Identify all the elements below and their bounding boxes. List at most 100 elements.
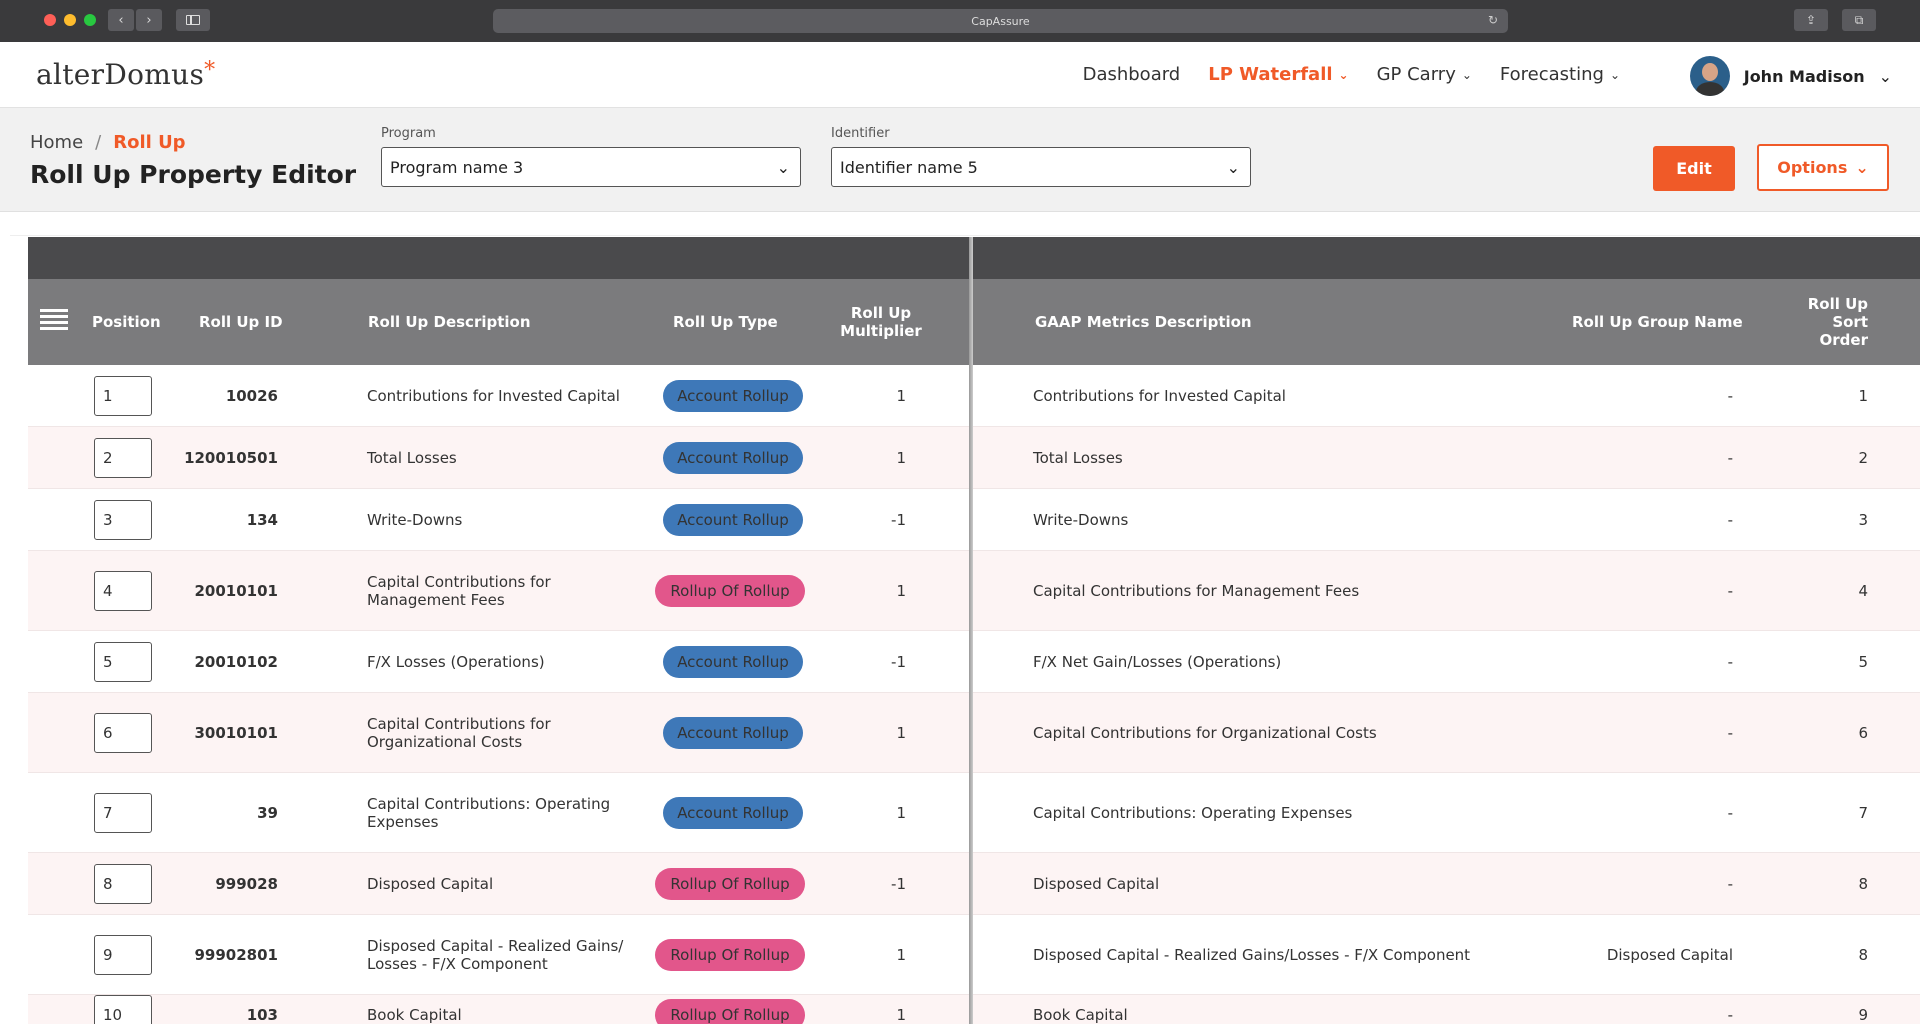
description-cell: Total Losses [367, 449, 457, 467]
position-input[interactable]: 4 [94, 571, 152, 611]
minimize-window-button[interactable] [64, 14, 76, 26]
table-row[interactable]: 3 134 Write-Downs Account Rollup -1 Write-Dow… [28, 489, 1920, 551]
header-sort-order[interactable]: Roll Up Sort Order [1768, 295, 1868, 349]
spacer [10, 212, 1920, 236]
app-header: alterDomus* Dashboard LP Waterfall ⌄ GP C… [0, 42, 1920, 108]
rollup-id-cell: 20010101 [194, 582, 279, 600]
rollup-type-badge: Account Rollup [663, 380, 803, 412]
table-row[interactable]: 10 103 Book Capital Rollup Of Rollup 1 Book C… [28, 995, 1920, 1024]
tabs-icon[interactable]: ⧉ [1842, 9, 1876, 31]
gaap-description-cell: Total Losses [1033, 449, 1123, 467]
identifier-select[interactable]: Identifier name 5 ⌄ [831, 147, 1251, 187]
table-row[interactable]: 4 20010101 Capital Contributions for Manag… [28, 551, 1920, 631]
header-position[interactable]: Position [92, 313, 161, 331]
table-row[interactable]: 2 120010501 Total Losses Account Rollup 1 Tot… [28, 427, 1920, 489]
position-input[interactable]: 8 [94, 864, 152, 904]
chevron-down-icon: ⌄ [776, 157, 790, 177]
position-input[interactable]: 3 [94, 500, 152, 540]
rollup-type-badge: Account Rollup [663, 797, 803, 829]
gaap-description-cell: Capital Contributions for Organizational… [1033, 724, 1377, 742]
rollup-id-cell: 134 [246, 511, 278, 529]
group-name-cell: - [1727, 875, 1733, 893]
sort-order-cell: 8 [1858, 946, 1868, 964]
group-name-cell: Disposed Capital [1606, 946, 1733, 964]
group-name-cell: - [1727, 653, 1733, 671]
address-bar[interactable]: CapAssure ↻ [493, 9, 1508, 33]
program-select-value: Program name 3 [390, 157, 524, 177]
header-gaap[interactable]: GAAP Metrics Description [1035, 313, 1252, 331]
program-field: Program Program name 3 ⌄ [381, 126, 801, 187]
sort-order-cell: 6 [1858, 724, 1868, 742]
table-row[interactable]: 5 20010102 F/X Losses (Operations) Account … [28, 631, 1920, 693]
nav-dashboard[interactable]: Dashboard [1083, 64, 1181, 85]
description-cell: Disposed Capital - Realized Gains/ Losse… [367, 937, 624, 973]
position-input[interactable]: 1 [94, 376, 152, 416]
gaap-description-cell: F/X Net Gain/Losses (Operations) [1033, 653, 1282, 671]
multiplier-cell: 1 [896, 582, 906, 600]
breadcrumb-home[interactable]: Home [30, 132, 83, 153]
user-menu[interactable]: John Madison ⌄ [1689, 56, 1892, 96]
table-row[interactable]: 6 30010101 Capital Contributions for Organ… [28, 693, 1920, 773]
reload-icon[interactable]: ↻ [1488, 13, 1498, 27]
description-cell: Book Capital [367, 1006, 462, 1024]
maximize-window-button[interactable] [84, 14, 96, 26]
description-cell: F/X Losses (Operations) [367, 653, 545, 671]
table-row[interactable]: 7 39 Capital Contributions: Operating Expe… [28, 773, 1920, 853]
nav-gp-carry[interactable]: GP Carry ⌄ [1377, 64, 1472, 85]
frozen-column-divider[interactable] [969, 237, 973, 1024]
table-row[interactable]: 9 99902801 Disposed Capital - Realized Gai… [28, 915, 1920, 995]
position-input[interactable]: 6 [94, 713, 152, 753]
edit-button[interactable]: Edit [1653, 146, 1735, 191]
position-input[interactable]: 7 [94, 793, 152, 833]
nav-forecasting[interactable]: Forecasting ⌄ [1500, 64, 1620, 85]
sidebar-toggle-icon[interactable] [176, 9, 210, 31]
position-input[interactable]: 5 [94, 642, 152, 682]
group-name-cell: - [1727, 582, 1733, 600]
multiplier-cell: 1 [896, 387, 906, 405]
position-input[interactable]: 9 [94, 935, 152, 975]
description-cell: Capital Contributions: Operating Expense… [367, 795, 611, 831]
rollup-type-badge: Rollup Of Rollup [655, 575, 805, 607]
description-cell: Disposed Capital [367, 875, 494, 893]
breadcrumb-current[interactable]: Roll Up [113, 132, 185, 153]
options-button[interactable]: Options ⌄ [1757, 144, 1889, 191]
table-row[interactable]: 1 10026 Contributions for Invested Capital… [28, 365, 1920, 427]
close-window-button[interactable] [44, 14, 56, 26]
position-input[interactable]: 10 [94, 995, 152, 1024]
column-menu-icon[interactable] [40, 309, 68, 335]
position-input[interactable]: 2 [94, 438, 152, 478]
chevron-down-icon: ⌄ [1226, 157, 1240, 177]
table-body: 1 10026 Contributions for Invested Capital… [28, 365, 1920, 1024]
header-rollup-id[interactable]: Roll Up ID [199, 313, 283, 331]
rollup-id-cell: 999028 [215, 875, 278, 893]
header-type[interactable]: Roll Up Type [673, 313, 778, 331]
group-name-cell: - [1727, 449, 1733, 467]
identifier-field: Identifier Identifier name 5 ⌄ [831, 126, 1251, 187]
nav-lp-waterfall[interactable]: LP Waterfall ⌄ [1208, 64, 1348, 85]
rollup-id-cell: 120010501 [184, 449, 278, 467]
group-name-cell: - [1727, 724, 1733, 742]
header-multiplier[interactable]: Roll Up Multiplier [836, 304, 926, 340]
sort-order-cell: 8 [1858, 875, 1868, 893]
group-name-cell: - [1727, 511, 1733, 529]
table-row[interactable]: 8 999028 Disposed Capital Rollup Of Rollup -… [28, 853, 1920, 915]
rollup-type-badge: Rollup Of Rollup [655, 999, 805, 1024]
multiplier-cell: -1 [891, 875, 906, 893]
back-icon[interactable]: ‹ [108, 9, 134, 31]
rollup-id-cell: 39 [257, 804, 278, 822]
program-select[interactable]: Program name 3 ⌄ [381, 147, 801, 187]
rollup-id-cell: 20010102 [194, 653, 279, 671]
forward-icon[interactable]: › [136, 9, 162, 31]
brand-logo[interactable]: alterDomus* [36, 58, 215, 91]
multiplier-cell: 1 [896, 946, 906, 964]
multiplier-cell: -1 [891, 653, 906, 671]
share-icon[interactable]: ⇪ [1794, 9, 1828, 31]
rollup-id-cell: 10026 [225, 387, 278, 405]
description-cell: Capital Contributions for Organizational… [367, 715, 551, 751]
group-name-cell: - [1727, 387, 1733, 405]
gaap-description-cell: Capital Contributions: Operating Expense… [1033, 804, 1353, 822]
header-description[interactable]: Roll Up Description [368, 313, 531, 331]
header-group[interactable]: Roll Up Group Name [1572, 313, 1743, 331]
window-controls [44, 14, 96, 26]
user-name: John Madison [1743, 66, 1865, 86]
